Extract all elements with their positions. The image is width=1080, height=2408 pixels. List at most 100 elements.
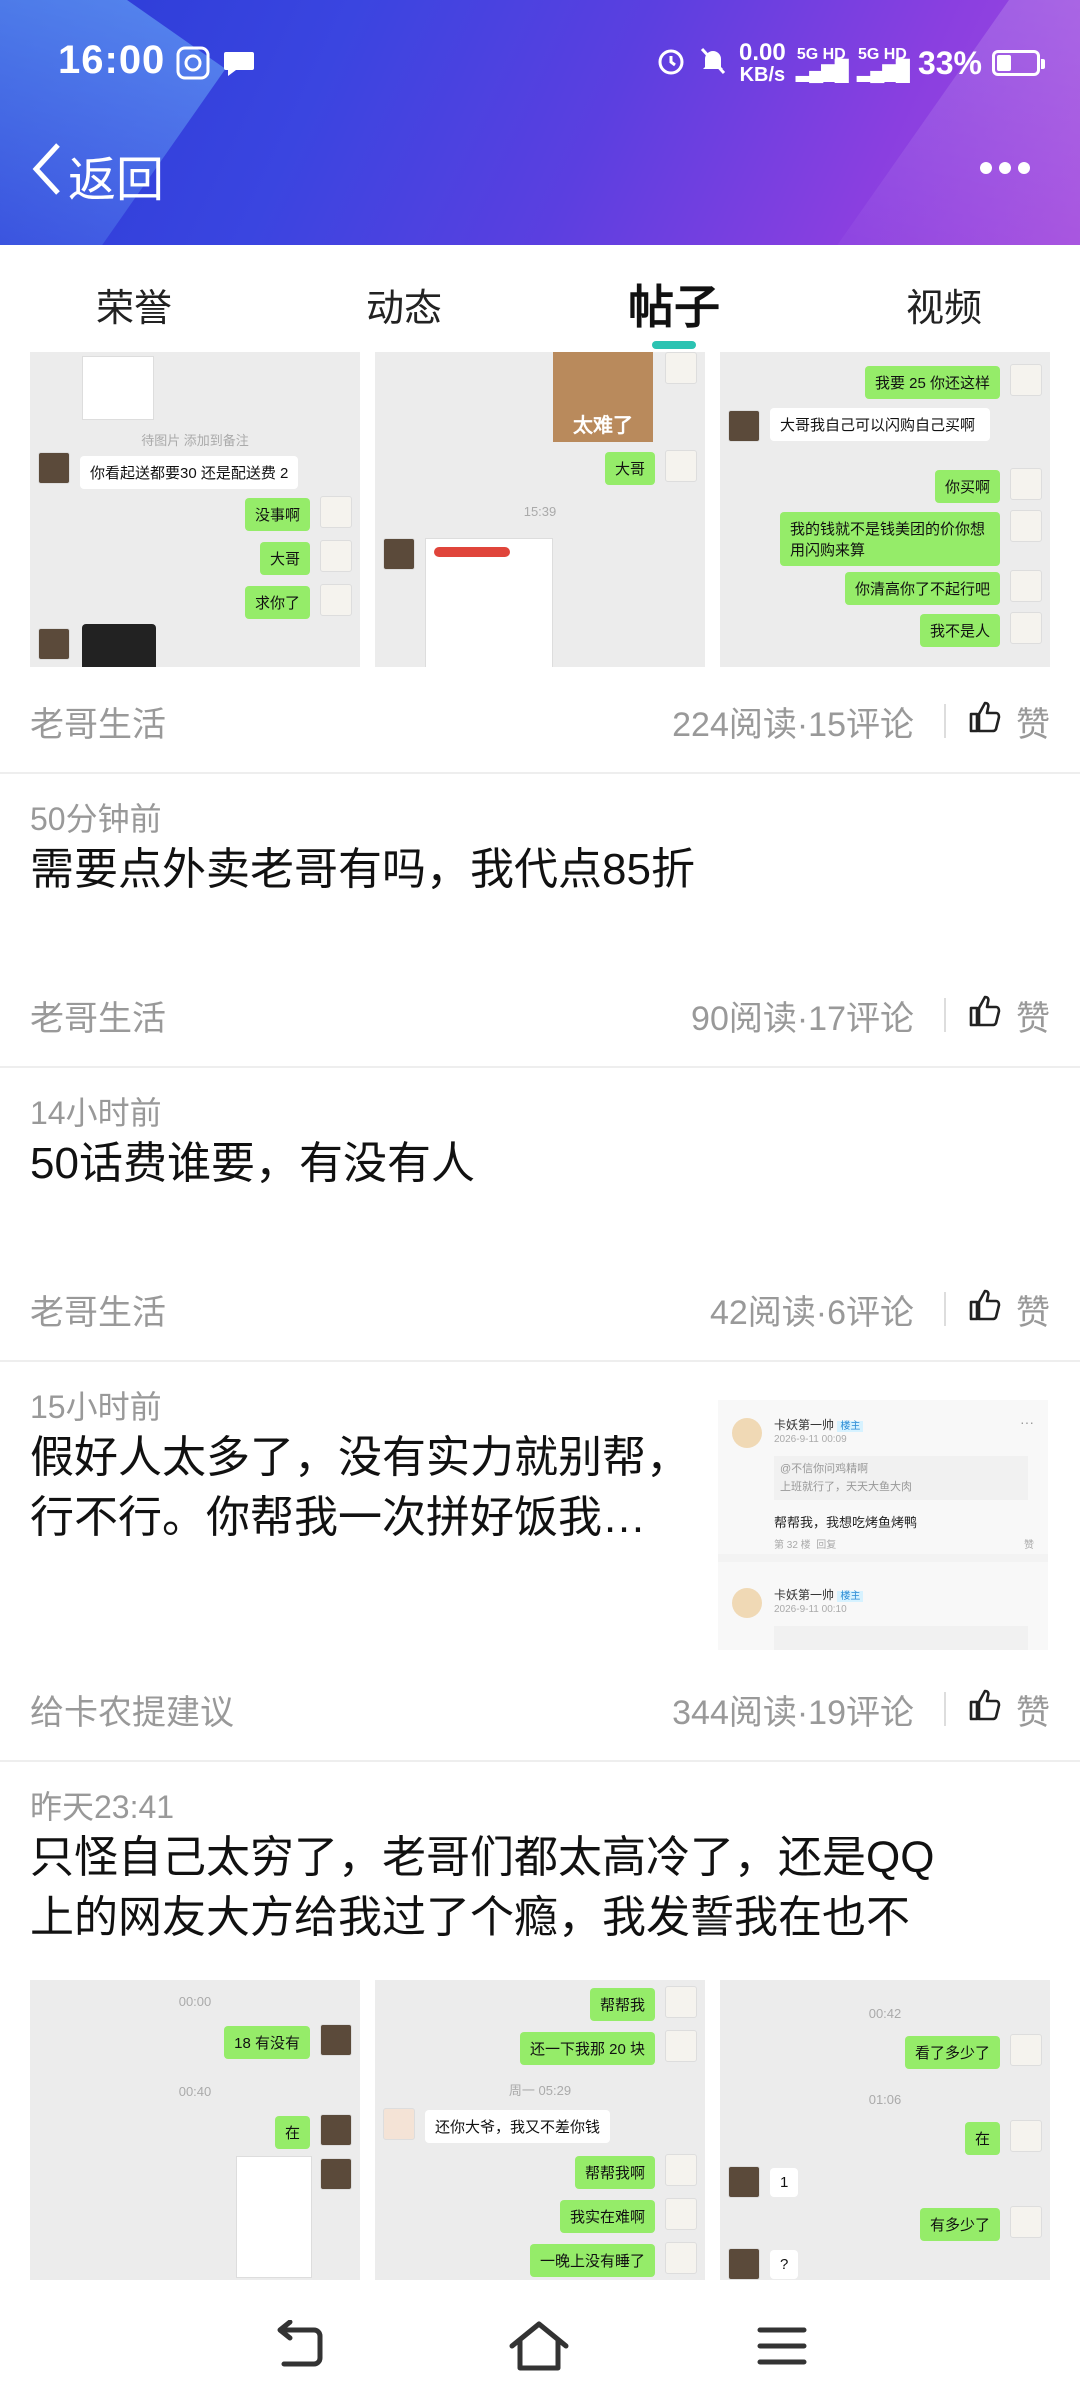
like-button[interactable]: 赞 — [968, 991, 1050, 1040]
post-divider — [0, 1360, 1080, 1362]
post-source[interactable]: 老哥生活 — [30, 697, 672, 746]
avatar — [38, 452, 70, 484]
chat-hint: 待图片 添加到备注 — [141, 433, 249, 448]
chevron-left-icon — [28, 141, 68, 209]
post-divider — [0, 1760, 1080, 1762]
chat-bubble: 你看起送都要30 还是配送费 2 — [80, 456, 299, 489]
avatar — [320, 540, 352, 572]
tab-video[interactable]: 视频 — [906, 277, 982, 332]
like-label: 赞 — [1016, 705, 1050, 744]
tab-bar: 荣誉 动态 帖子 视频 — [0, 245, 1080, 350]
post-image[interactable]: 我要 25 你还这样 大哥我自己可以闪购自己买啊 你买啊 我的钱就不是钱美团的价… — [720, 352, 1050, 667]
comment-like: 赞 — [1024, 1540, 1034, 1551]
post-title-line: 上的网友大方给我过了个瘾，我发誓我在也不 — [30, 1893, 910, 1942]
post-image[interactable]: 卡妖第一帅 楼主 2026-9-11 00:09 ··· @不信你问鸡精啊 上班… — [718, 1400, 1048, 1650]
quoted-comment: @不信你问鸡精啊 上班就行了，天天大鱼大肉 — [774, 1456, 1028, 1500]
like-label: 赞 — [1016, 1293, 1050, 1332]
post-meta: 老哥生活 224阅读·15评论 赞 — [30, 696, 1050, 746]
post-images: 00:00 18 有没有 00:40 在 帮帮我 还一下我那 20 块 周一 0… — [30, 1980, 1050, 2280]
battery-percent: 33% — [917, 44, 982, 81]
post-image[interactable]: 00:42 看了多少了 01:06 在 1 有多少了 ? — [720, 1980, 1050, 2280]
chat-bubble: 在 — [274, 2116, 310, 2149]
chat-bubble: 我实在难啊 — [559, 2200, 655, 2233]
avatar — [732, 1588, 762, 1618]
chat-bubble: 大哥 — [604, 452, 655, 485]
chat-time: 00:42 — [868, 2006, 902, 2021]
post-title[interactable]: 需要点外卖老哥有吗，我代点85折 — [30, 840, 695, 900]
post-title-line: 只怪自己太穷了，老哥们都太高冷了，还是QQ — [30, 1833, 935, 1882]
divider — [718, 1554, 1048, 1562]
avatar — [320, 496, 352, 528]
chat-bubble: 还你大爷，我又不差你钱 — [425, 2110, 611, 2143]
post-image[interactable]: 帮帮我 还一下我那 20 块 周一 05:29 还你大爷，我又不差你钱 帮帮我啊… — [375, 1980, 705, 2280]
post-title-line: 行不行。你帮我一次拼好饭我… — [30, 1493, 646, 1542]
thumbs-up-icon — [968, 1688, 1002, 1731]
chat-bubble: 看了多少了 — [904, 2036, 1000, 2069]
tab-honor[interactable]: 荣誉 — [96, 277, 172, 332]
thumbs-up-icon — [968, 700, 1002, 743]
thumbs-up-icon — [968, 1288, 1002, 1331]
chat-bubble: 18 有没有 — [224, 2026, 310, 2059]
back-nav-icon[interactable] — [272, 2319, 328, 2377]
post-stats: 224阅读·15评论 — [672, 705, 914, 744]
chat-bubble: 你清高你了不起行吧 — [844, 572, 1000, 605]
chat-bubble: 没事啊 — [244, 498, 310, 531]
post-title[interactable]: 假好人太多了，没有实力就别帮， 行不行。你帮我一次拼好饭我… — [30, 1428, 720, 1548]
chat-bubble: 大哥我自己可以闪购自己买啊 — [770, 408, 990, 441]
post-image[interactable]: 00:00 18 有没有 00:40 在 — [30, 1980, 360, 2280]
post-stats: 344阅读·19评论 — [672, 1693, 914, 1732]
post-source[interactable]: 老哥生活 — [30, 991, 691, 1040]
divider — [944, 998, 946, 1032]
chat-time: 01:06 — [868, 2092, 902, 2107]
home-nav-icon[interactable] — [508, 2320, 570, 2377]
divider — [944, 704, 946, 738]
like-label: 赞 — [1016, 1693, 1050, 1732]
notification-app-icon — [176, 46, 210, 85]
status-bar: 16:00 0.00 KB/s 5G HD ▂▄▆█ 5G HD ▂▄▆█ 33… — [58, 38, 1045, 88]
post-title-line: 假好人太多了，没有实力就别帮， — [30, 1433, 690, 1482]
like-button[interactable]: 赞 — [968, 697, 1050, 746]
avatar — [383, 538, 415, 570]
avatar — [320, 2158, 352, 2190]
menu-nav-icon[interactable] — [756, 2320, 808, 2377]
chat-time: 00:00 — [178, 1994, 212, 2009]
back-button[interactable]: 返回 — [28, 140, 164, 210]
chat-time: 00:40 — [178, 2084, 212, 2099]
avatar — [38, 628, 70, 660]
avatar — [728, 410, 760, 442]
avatar — [665, 352, 697, 384]
post-title[interactable]: 只怪自己太穷了，老哥们都太高冷了，还是QQ 上的网友大方给我过了个瘾，我发誓我在… — [30, 1828, 1060, 1948]
image-preview — [236, 2156, 312, 2278]
avatar — [320, 2114, 352, 2146]
comment-author: 卡妖第一帅 楼主 — [774, 1416, 864, 1433]
post-image[interactable]: 待图片 添加到备注 你看起送都要30 还是配送费 2 没事啊 大哥 求你了 — [30, 352, 360, 667]
more-icon: ··· — [1020, 1414, 1034, 1430]
post-time: 15小时前 — [30, 1389, 162, 1425]
signal-sim1: 5G HD ▂▄▆█ — [795, 46, 849, 82]
post-meta: 老哥生活 90阅读·17评论 赞 — [30, 990, 1050, 1040]
tab-posts[interactable]: 帖子 — [628, 271, 720, 337]
avatar — [1010, 364, 1042, 396]
post-source[interactable]: 给卡农提建议 — [30, 1685, 672, 1734]
post-time: 昨天23:41 — [30, 1789, 175, 1825]
clock: 16:00 — [58, 38, 166, 82]
quoted-comment — [774, 1626, 1028, 1650]
sticker-image: 太难了 — [553, 352, 653, 442]
chat-time: 周一 05:29 — [508, 2083, 572, 2098]
like-button[interactable]: 赞 — [968, 1285, 1050, 1334]
post-image[interactable]: 太难了 大哥 15:39 — [375, 352, 705, 667]
post-source[interactable]: 老哥生活 — [30, 1285, 710, 1334]
image-preview — [425, 538, 553, 667]
post-title[interactable]: 50话费谁要，有没有人 — [30, 1134, 475, 1194]
post-meta: 老哥生活 42阅读·6评论 赞 — [30, 1284, 1050, 1334]
tab-activity[interactable]: 动态 — [366, 277, 442, 332]
top-header: 16:00 0.00 KB/s 5G HD ▂▄▆█ 5G HD ▂▄▆█ 33… — [0, 0, 1080, 245]
comment-footer: 第 32 楼 回复 — [774, 1540, 837, 1551]
avatar — [665, 2242, 697, 2274]
chat-bubble: ? — [770, 2250, 799, 2279]
chat-bubble: 你买啊 — [934, 470, 1000, 503]
like-button[interactable]: 赞 — [968, 1685, 1050, 1734]
avatar — [320, 584, 352, 616]
more-options-icon[interactable] — [978, 160, 1032, 181]
avatar — [732, 1418, 762, 1448]
